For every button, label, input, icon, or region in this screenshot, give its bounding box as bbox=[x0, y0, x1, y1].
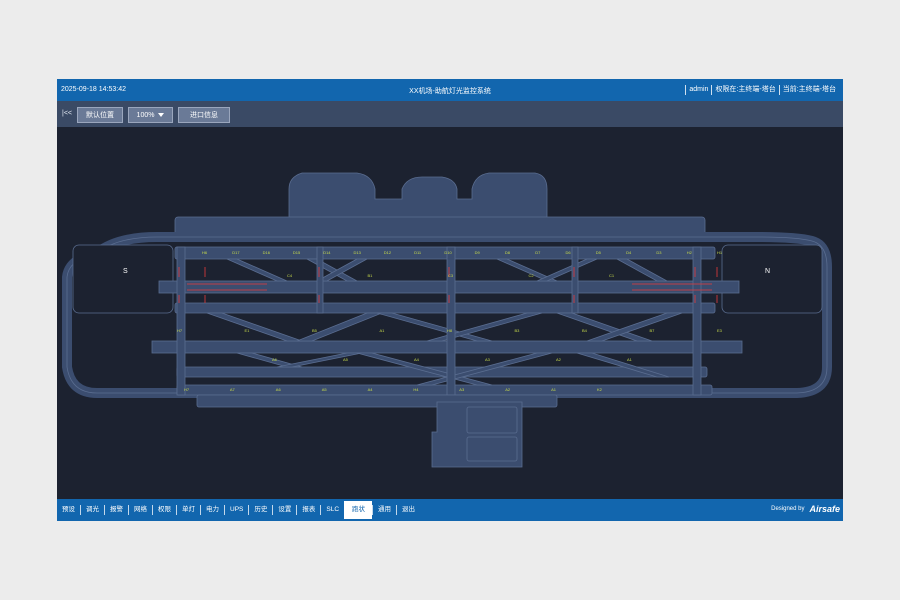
tab-14[interactable]: 退出 bbox=[396, 505, 420, 515]
taxiway-label: D17 bbox=[232, 250, 240, 255]
taxiway-label: H8 bbox=[447, 328, 453, 333]
bottom-tab-bar: 预设 调光 报警 网络 权限 单灯 电力 UPS 历史 设置 报表 SLC 跑状 通用 退出 Designe… bbox=[57, 499, 843, 521]
taxiway-label: D7 bbox=[535, 250, 541, 255]
taxiway-label: A6 bbox=[272, 357, 278, 362]
taxiway-label: H4 bbox=[413, 387, 419, 392]
entry-info-label: 进口信息 bbox=[190, 112, 218, 119]
tab-9[interactable]: 设置 bbox=[272, 505, 296, 515]
current-terminal: 当前:主终端-塔台 bbox=[778, 85, 839, 95]
taxiway-label: E1 bbox=[245, 328, 251, 333]
taxiway-label: D13 bbox=[354, 250, 362, 255]
credit: Designed by Airsafe bbox=[771, 504, 840, 514]
pavement bbox=[62, 172, 832, 468]
tab-6[interactable]: 电力 bbox=[200, 505, 224, 515]
terminal-building bbox=[288, 172, 548, 220]
tab-1[interactable]: 调光 bbox=[80, 505, 104, 515]
taxiway-mid bbox=[174, 302, 716, 314]
taxiway-label: D8 bbox=[505, 250, 511, 255]
taxiway-label: A1 bbox=[627, 357, 633, 362]
taxiway-label: A6 bbox=[276, 387, 282, 392]
taxiway-label: C4 bbox=[287, 273, 293, 278]
taxiway-label: D6 bbox=[566, 250, 572, 255]
tab-0[interactable]: 预设 bbox=[57, 505, 80, 515]
taxiway-label: A2 bbox=[556, 357, 562, 362]
user-name[interactable]: admin bbox=[685, 85, 711, 95]
taxiway-label: E3 bbox=[717, 328, 723, 333]
toolbar: |<< 默认位置 100% 进口信息 bbox=[57, 101, 843, 127]
taxiway-label: A1 bbox=[380, 328, 386, 333]
taxiway-label: D16 bbox=[263, 250, 271, 255]
tab-8[interactable]: 历史 bbox=[248, 505, 272, 515]
taxiway-label: D14 bbox=[323, 250, 331, 255]
status-area: admin 权限在:主终端-塔台 当前:主终端-塔台 bbox=[685, 83, 839, 97]
taxiway-label: B1 bbox=[368, 273, 374, 278]
chevron-down-icon bbox=[158, 113, 165, 117]
taxiway-bottom bbox=[176, 384, 713, 396]
taxiway-label: A5 bbox=[322, 387, 328, 392]
taxiway-label: D15 bbox=[293, 250, 301, 255]
taxiway-label: B3 bbox=[515, 328, 521, 333]
taxiway-label: H1 bbox=[717, 250, 723, 255]
taxiway-label: D10 bbox=[444, 250, 452, 255]
taxiway-label: A3 bbox=[459, 387, 465, 392]
zoom-select[interactable]: 100% bbox=[128, 107, 173, 123]
tab-4[interactable]: 权限 bbox=[152, 505, 176, 515]
taxiway-label: A5 bbox=[343, 357, 349, 362]
taxiway-label: A2 bbox=[505, 387, 511, 392]
taxiway-label: C3 bbox=[448, 273, 454, 278]
tab-11[interactable]: SLC bbox=[320, 505, 344, 515]
taxiway-label: D9 bbox=[475, 250, 481, 255]
taxiway-label: C1 bbox=[609, 273, 615, 278]
taxiway-label: H6 bbox=[202, 250, 208, 255]
brand-logo: Airsafe bbox=[809, 504, 840, 514]
taxiway-label: B5 bbox=[312, 328, 318, 333]
app-window: 2025-09-18 14:53:42 XX机场-助航灯光监控系统 admin … bbox=[57, 79, 843, 521]
tab-12[interactable]: 跑状 bbox=[344, 501, 373, 519]
taxiway-label: K2 bbox=[597, 387, 603, 392]
taxiway-label: D5 bbox=[596, 250, 602, 255]
north-label: N bbox=[765, 268, 770, 275]
taxiway-label: H7 bbox=[177, 328, 183, 333]
designed-by-label: Designed by bbox=[771, 506, 805, 512]
airport-map[interactable]: S N H6 D17 D16 D15 D14 D13 D12 D11 D10 D9 D8 D7 D6 D5… bbox=[57, 127, 843, 499]
north-end-area bbox=[721, 244, 823, 314]
taxiway-label: A4 bbox=[368, 387, 374, 392]
taxiway-label: A7 bbox=[230, 387, 236, 392]
taxiway-label: C2 bbox=[529, 273, 535, 278]
taxiway-label: D4 bbox=[626, 250, 632, 255]
tab-7[interactable]: UPS bbox=[224, 505, 248, 515]
taxiway-label: H2 bbox=[687, 250, 693, 255]
tab-2[interactable]: 报警 bbox=[104, 505, 128, 515]
zoom-value: 100% bbox=[136, 111, 155, 119]
first-page-button[interactable]: |<< bbox=[62, 110, 72, 117]
tab-5[interactable]: 单灯 bbox=[176, 505, 200, 515]
title-bar: 2025-09-18 14:53:42 XX机场-助航灯光监控系统 admin … bbox=[57, 79, 843, 101]
taxiway-label: A1 bbox=[551, 387, 557, 392]
permission-status: 权限在:主终端-塔台 bbox=[711, 85, 778, 95]
taxiway-label: B7 bbox=[650, 328, 656, 333]
taxiway-label: B4 bbox=[582, 328, 588, 333]
south-label: S bbox=[123, 268, 128, 275]
taxiway-label: A3 bbox=[485, 357, 491, 362]
taxiway-label: H7 bbox=[184, 387, 190, 392]
default-position-label: 默认位置 bbox=[86, 112, 114, 119]
taxiway-label: D11 bbox=[414, 250, 422, 255]
tab-10[interactable]: 报表 bbox=[296, 505, 320, 515]
south-end-area bbox=[72, 244, 174, 314]
default-position-button[interactable]: 默认位置 bbox=[77, 107, 123, 123]
tab-3[interactable]: 网络 bbox=[128, 505, 152, 515]
taxiway-label: D12 bbox=[384, 250, 392, 255]
taxiway-label: A4 bbox=[414, 357, 420, 362]
taxiway-label: D3 bbox=[656, 250, 662, 255]
entry-info-button[interactable]: 进口信息 bbox=[178, 107, 230, 123]
tab-list: 预设 调光 报警 网络 权限 单灯 电力 UPS 历史 设置 报表 SLC 跑状 通用 退出 bbox=[57, 499, 420, 521]
tab-13[interactable]: 通用 bbox=[372, 505, 396, 515]
